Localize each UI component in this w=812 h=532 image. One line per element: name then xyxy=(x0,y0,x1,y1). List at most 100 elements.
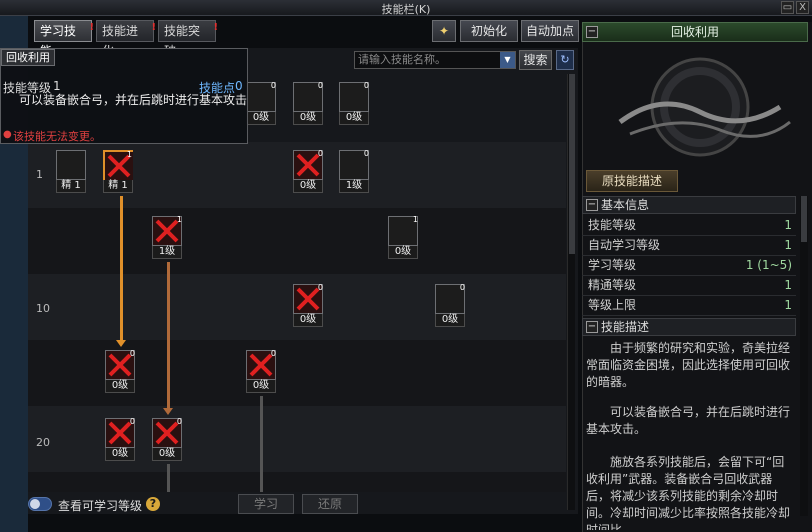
detail-scrollbar[interactable] xyxy=(800,196,808,516)
skill-level-label: 1级 xyxy=(339,180,369,193)
chevron-down-icon[interactable]: ▼ xyxy=(500,52,515,68)
skill-slot[interactable]: 1 1级 xyxy=(152,216,182,259)
search-button[interactable]: 搜索 xyxy=(519,50,552,70)
learn-button[interactable]: 学习 xyxy=(238,494,294,514)
skill-level-label: 0级 xyxy=(246,112,276,125)
collapse-icon[interactable]: − xyxy=(586,199,598,211)
close-button[interactable]: X xyxy=(796,1,809,14)
tree-row xyxy=(28,208,566,274)
restore-button[interactable]: 还原 xyxy=(302,494,358,514)
skill-level-label: 0级 xyxy=(293,314,323,327)
tab-skill-evolve[interactable]: 技能进化 ! xyxy=(96,20,156,58)
reset-button[interactable]: 初始化 xyxy=(460,20,518,42)
info-row: 技能等级 1 xyxy=(582,216,796,236)
skill-level-label: 0级 xyxy=(293,112,323,125)
collapse-icon[interactable]: − xyxy=(586,26,598,38)
skill-level-label: 0级 xyxy=(105,380,135,393)
prerequisite-line xyxy=(260,396,263,492)
skill-level-label: 1级 xyxy=(152,246,182,259)
skill-level-label: 精 1 xyxy=(103,180,133,193)
arrow-down-icon xyxy=(163,408,173,415)
toggle-knob xyxy=(30,499,40,509)
auto-allocate-button[interactable]: 自动加点 xyxy=(521,20,579,42)
skill-level-label: 0级 xyxy=(246,380,276,393)
scroll-thumb[interactable] xyxy=(569,74,575,254)
scroll-thumb[interactable] xyxy=(801,196,807,242)
skill-tooltip: 回收利用 技能等级 1 技能点 0 可以装备嵌合弓，并在后跳时进行基本攻击 该技… xyxy=(0,48,248,144)
tab-skill-breakthrough[interactable]: 技能突破 ! xyxy=(158,20,218,58)
skill-level-label: 0级 xyxy=(388,246,418,259)
toggle-label: 查看可学习等级 xyxy=(58,499,143,513)
whirl-skill-icon: 0 xyxy=(435,284,465,314)
skill-level-label: 精 1 xyxy=(56,180,86,193)
prerequisite-line xyxy=(167,262,170,410)
wing-skill-icon: 0 xyxy=(339,82,369,112)
skill-level-label: 0级 xyxy=(339,112,369,125)
skill-description-paragraph: 由于频繁的研究和实验，奇美拉经常面临资金困境，因此选择使用可回收的暗器。 xyxy=(586,341,791,389)
help-icon[interactable]: ? xyxy=(146,497,160,511)
strike-skill-icon: 1 xyxy=(388,216,418,246)
minimize-icon[interactable]: ▭ xyxy=(781,1,794,14)
show-learnable-toggle[interactable] xyxy=(28,497,52,511)
skill-slot[interactable]: 0 0级 xyxy=(246,350,276,393)
level-marker: 1 xyxy=(36,168,43,181)
bow-skill-icon xyxy=(56,150,86,180)
locked-skill-icon: 0 xyxy=(105,350,135,380)
skill-slot[interactable]: 0 0级 xyxy=(105,350,135,393)
skill-slot[interactable]: 0 0级 xyxy=(105,418,135,461)
prerequisite-line xyxy=(120,196,123,342)
skill-tree-scrollbar[interactable] xyxy=(567,74,575,510)
locked-skill-icon: 0 xyxy=(152,418,182,448)
locked-skill-icon: 0 xyxy=(293,150,323,180)
info-row: 精通等级 1 xyxy=(582,276,796,296)
alert-icon: ! xyxy=(89,22,94,33)
search-input[interactable]: 请输入技能名称。 xyxy=(354,51,516,69)
collapse-icon[interactable]: − xyxy=(586,321,598,333)
refresh-icon[interactable]: ↻ xyxy=(556,50,574,70)
game-logo xyxy=(618,57,791,157)
locked-skill-icon: 1 xyxy=(103,150,133,180)
level-marker: 10 xyxy=(36,302,50,315)
info-row: 学习等级 1 (1~5) xyxy=(582,256,796,276)
skill-slot[interactable]: 0 0级 xyxy=(339,82,369,125)
locked-skill-icon: 0 xyxy=(105,418,135,448)
skill-level-label: 0级 xyxy=(152,448,182,461)
skill-icon: 0 xyxy=(246,82,276,112)
skill-slot[interactable]: 0 0级 xyxy=(293,82,323,125)
claw-skill-icon: 0 xyxy=(339,150,369,180)
basic-info-section[interactable]: 基本信息 xyxy=(582,196,796,214)
title-bar[interactable]: 技能栏(K) ▭ X xyxy=(0,0,812,16)
level-marker: 20 xyxy=(36,436,50,449)
skill-slot[interactable]: 1 0级 xyxy=(388,216,418,259)
info-row: 自动学习等级 1 xyxy=(582,236,796,256)
section-title: 基本信息 xyxy=(601,198,650,212)
skill-slot[interactable]: 0 0级 xyxy=(293,150,323,193)
skill-slot-selected[interactable]: 1 精 1 xyxy=(103,150,133,193)
locked-skill-icon: 0 xyxy=(246,350,276,380)
original-description-button[interactable]: 原技能描述 xyxy=(586,170,678,192)
preset-star-button[interactable]: ✦ xyxy=(432,20,456,42)
arrow-down-icon xyxy=(116,340,126,347)
skill-slot[interactable]: 0 0级 xyxy=(435,284,465,327)
skill-level-label: 0级 xyxy=(293,180,323,193)
skill-description-section[interactable]: 技能描述 xyxy=(582,318,796,336)
tab-learn-skills[interactable]: 学习技能 ! xyxy=(34,20,94,58)
skill-slot[interactable]: 0 1级 xyxy=(339,150,369,193)
skill-level-label: 0级 xyxy=(105,448,135,461)
skill-slot[interactable]: 0 0级 xyxy=(152,418,182,461)
skill-slot[interactable]: 0 0级 xyxy=(293,284,323,327)
alert-icon: ! xyxy=(151,22,156,33)
warning-icon: ● xyxy=(3,129,12,140)
alert-icon: ! xyxy=(213,22,218,33)
skill-level-label: 0级 xyxy=(435,314,465,327)
detail-panel-header: 回收利用 xyxy=(582,22,808,42)
skill-description-paragraph: 施放各系列技能后，会留下可“回收利用”武器。装备嵌合弓回收武器后，将减少该系列技… xyxy=(586,455,791,530)
star-icon: ✦ xyxy=(438,24,450,38)
section-title: 技能描述 xyxy=(601,320,650,334)
target-skill-icon: 0 xyxy=(293,82,323,112)
skill-slot[interactable]: 精 1 xyxy=(56,150,86,193)
locked-skill-icon: 1 xyxy=(152,216,182,246)
skill-slot[interactable]: 0 0级 xyxy=(246,82,276,125)
skill-description-paragraph: 可以装备嵌合弓，并在后跳时进行基本攻击。 xyxy=(586,405,791,436)
prerequisite-line xyxy=(167,464,170,492)
